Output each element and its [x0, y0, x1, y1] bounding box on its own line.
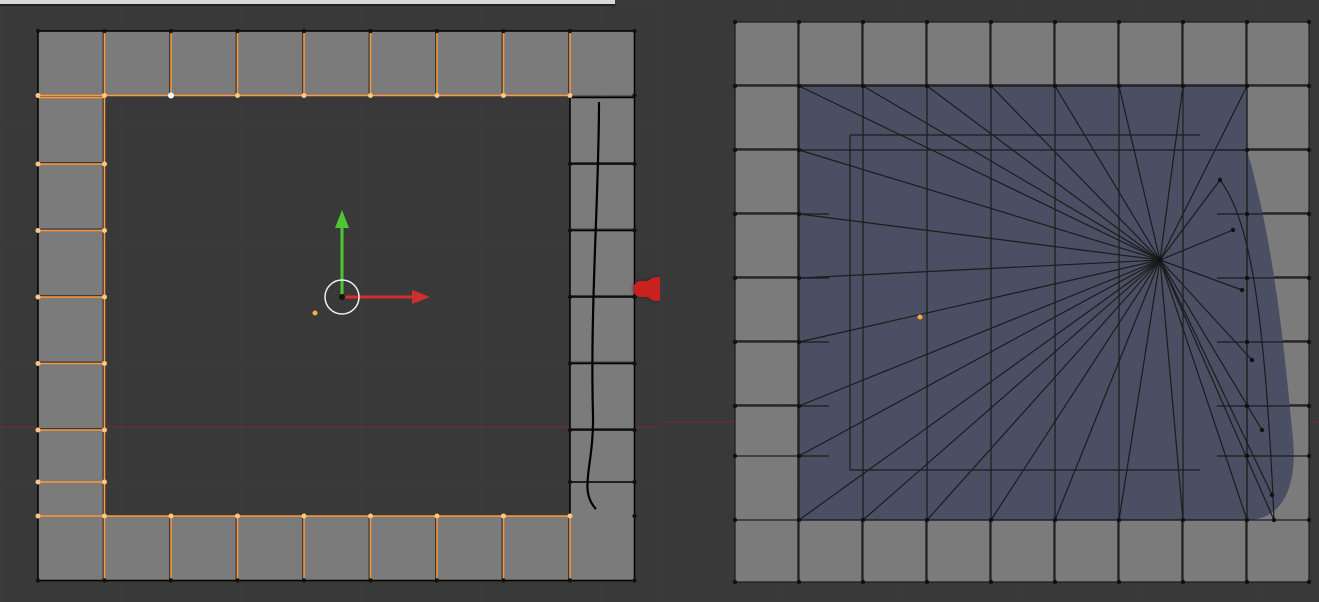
mesh-canvas-right[interactable]	[660, 0, 1319, 602]
viewport-left-before[interactable]	[0, 6, 660, 602]
filled-faces	[799, 86, 1294, 520]
window-titlebar-strip	[0, 0, 615, 4]
mesh-canvas-left[interactable]	[0, 6, 660, 602]
selected-edges	[38, 31, 635, 581]
cursor-3d-icon	[918, 315, 923, 320]
transform-gizmo[interactable]	[325, 210, 430, 314]
mesh-frame[interactable]	[36, 29, 637, 583]
vertices	[36, 29, 637, 583]
viewport-right-after[interactable]	[660, 0, 1319, 602]
faces	[38, 31, 635, 581]
cursor-3d-icon	[313, 311, 318, 316]
mesh-result[interactable]	[733, 20, 1311, 584]
